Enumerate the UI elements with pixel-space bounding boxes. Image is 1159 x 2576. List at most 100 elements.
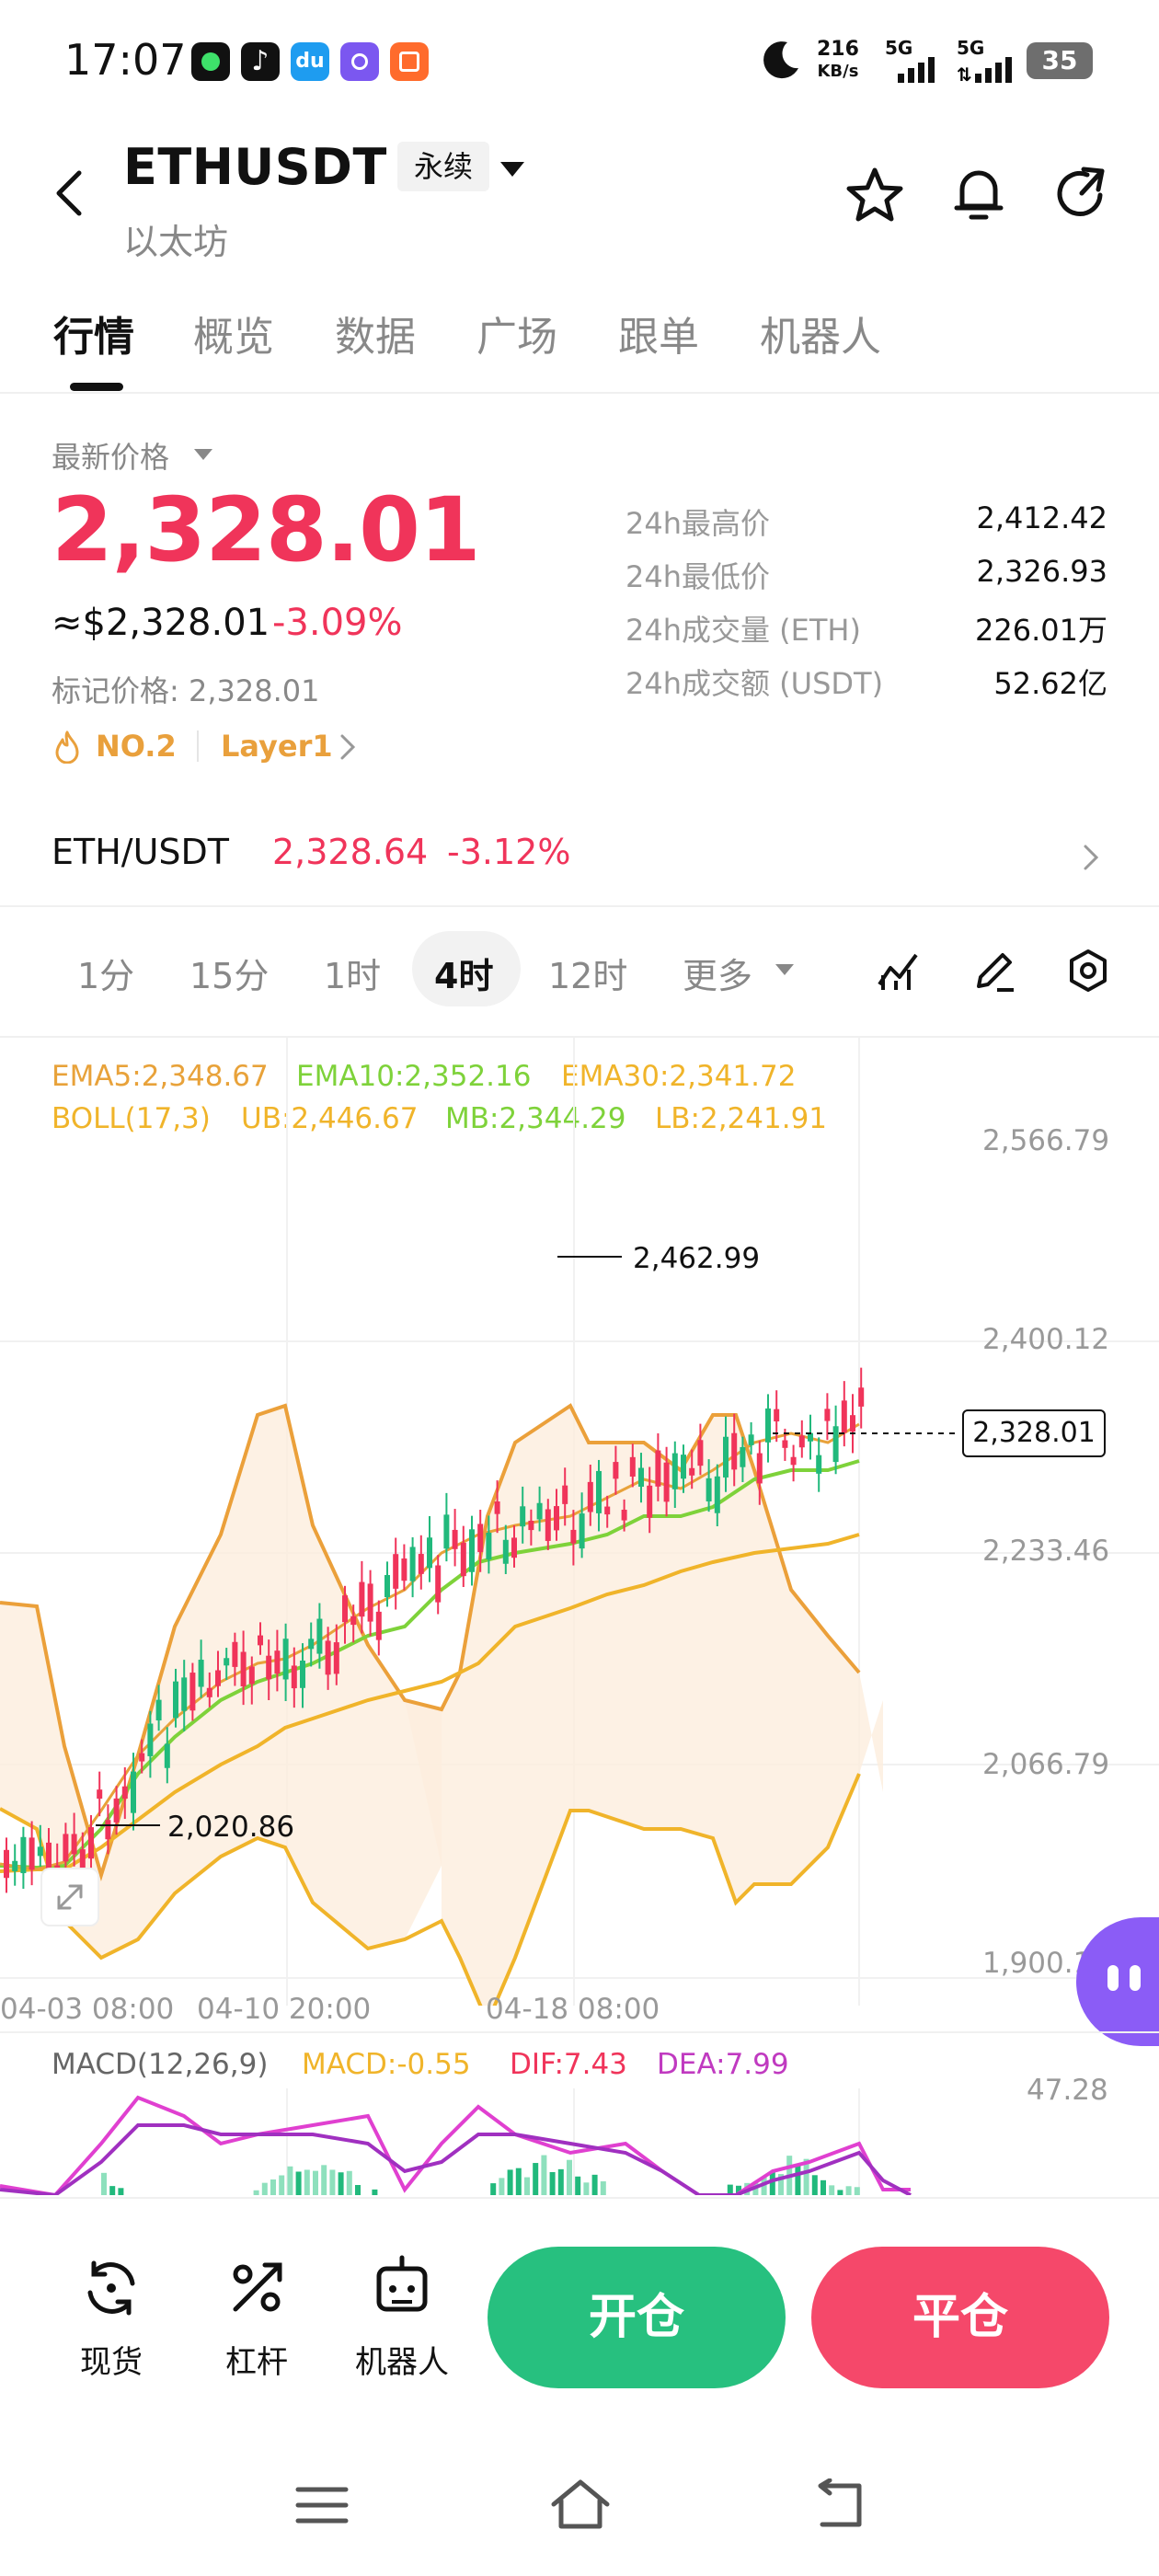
candle-body (359, 1581, 365, 1617)
candle-body (384, 1574, 390, 1598)
tab-square[interactable]: 广场 (476, 304, 557, 362)
timeframe-12h[interactable]: 12时 (548, 948, 627, 998)
caret-down-icon[interactable] (193, 447, 213, 462)
spot-pair-row[interactable]: ETH/USDT 2,328.64 -3.12% (0, 810, 1159, 902)
back-icon[interactable] (48, 166, 94, 221)
stat-volume-label: 24h成交量 (ETH) (625, 613, 861, 648)
macd-chart (0, 2088, 912, 2195)
macd-bar (820, 2179, 826, 2195)
menu-icon[interactable] (294, 2482, 350, 2528)
macd-bar (304, 2169, 310, 2195)
x-tick: 04-10 20:00 (197, 1993, 372, 2026)
macd-bar (321, 2165, 327, 2195)
indicator-icon[interactable] (876, 948, 922, 992)
robot-icon[interactable] (370, 2254, 434, 2320)
spot-icon[interactable] (79, 2256, 143, 2320)
dea-value: DEA:7.99 (657, 2048, 789, 2081)
macd-bar (329, 2169, 336, 2195)
candle-body (375, 1611, 382, 1640)
page-title[interactable]: ETHUSDT (123, 138, 387, 196)
draw-pen-icon[interactable] (971, 948, 1017, 994)
candle-body (258, 1635, 263, 1646)
macd-bar (557, 2168, 564, 2195)
perpetual-badge[interactable]: 永续 (397, 142, 489, 191)
tab-data[interactable]: 数据 (335, 304, 416, 362)
timeframe-15m[interactable]: 15分 (189, 948, 269, 998)
category-tag[interactable]: Layer1 (221, 729, 333, 764)
macd-bar (854, 2187, 860, 2195)
leverage-label[interactable]: 杠杆 (206, 2337, 307, 2382)
candle-body (613, 1462, 619, 1479)
price-chart[interactable]: 2,462.99 2,020.86 (0, 1038, 1159, 2006)
close-position-button[interactable]: 平仓 (811, 2247, 1109, 2388)
candle-body (545, 1509, 551, 1541)
tab-market[interactable]: 行情 (53, 304, 134, 362)
bell-icon[interactable] (951, 164, 1006, 224)
candle-body (88, 1827, 94, 1859)
timeframe-1h[interactable]: 1时 (324, 948, 381, 998)
macd-title: MACD(12,26,9) (52, 2048, 269, 2081)
candle-body (367, 1583, 373, 1622)
home-icon[interactable] (548, 2477, 613, 2532)
candle-body (756, 1453, 763, 1484)
star-icon[interactable] (844, 166, 905, 226)
macd-value: MACD:-0.55 (302, 2048, 471, 2081)
chevron-right-icon (1082, 843, 1100, 872)
divider (0, 2197, 1159, 2199)
share-icon[interactable] (1052, 164, 1111, 223)
latest-price-label[interactable]: 最新价格 (52, 434, 169, 477)
macd-bar (583, 2182, 590, 2195)
candle-body (131, 1771, 136, 1813)
macd-bar (600, 2181, 606, 2195)
candle-body (570, 1529, 577, 1544)
expand-icon[interactable] (40, 1868, 99, 1926)
macd-bar (845, 2186, 852, 2195)
candle-body (282, 1639, 289, 1680)
candle-body (621, 1509, 627, 1521)
candle-body (663, 1462, 670, 1502)
back-nav-icon[interactable] (809, 2478, 868, 2532)
y-tick: 1,900.1 (982, 1947, 1092, 1980)
candle-body (832, 1426, 839, 1463)
candle-body (782, 1440, 788, 1448)
candle-body (29, 1837, 35, 1870)
candle-body (604, 1506, 611, 1515)
candle-body (20, 1836, 27, 1874)
candle-body (350, 1616, 357, 1626)
candle-body (393, 1554, 399, 1589)
candle-body (325, 1640, 331, 1675)
candle-body (71, 1834, 77, 1855)
tab-robot[interactable]: 机器人 (760, 304, 881, 362)
tab-overview[interactable]: 概览 (193, 304, 274, 362)
candle-body (858, 1387, 865, 1407)
spot-label[interactable]: 现货 (61, 2337, 162, 2382)
candle-body (248, 1666, 255, 1685)
macd-bar (295, 2171, 302, 2195)
open-position-button[interactable]: 开仓 (488, 2247, 786, 2388)
macd-bar (524, 2177, 530, 2195)
leverage-icon[interactable] (224, 2256, 289, 2320)
timeframe-more[interactable]: 更多 (683, 948, 752, 998)
asset-subtitle: 以太坊 (123, 222, 229, 262)
candle-body (723, 1436, 729, 1478)
max-price-label: 2,462.99 (633, 1242, 760, 1275)
robot-label[interactable]: 机器人 (340, 2337, 464, 2382)
tab-copy-trade[interactable]: 跟单 (618, 304, 699, 362)
rank-badge[interactable]: NO.2 (96, 729, 177, 764)
candle-body (401, 1558, 407, 1581)
candle-body (435, 1565, 442, 1603)
y-tick: 2,066.79 (982, 1748, 1110, 1781)
candle-body (189, 1673, 196, 1711)
candle-body (596, 1470, 602, 1513)
caret-down-icon[interactable] (499, 158, 526, 180)
chevron-right-icon[interactable] (339, 732, 357, 762)
timeframe-1m[interactable]: 1分 (77, 948, 134, 998)
caret-down-icon[interactable] (775, 962, 795, 977)
settings-hex-icon[interactable] (1065, 948, 1111, 994)
macd-bar (533, 2163, 539, 2195)
candle-body (206, 1687, 212, 1697)
signal-icon-1 (898, 55, 946, 83)
macd-bar (253, 2190, 259, 2195)
candle-body (554, 1506, 559, 1531)
timeframe-4h[interactable]: 4时 (434, 948, 493, 998)
